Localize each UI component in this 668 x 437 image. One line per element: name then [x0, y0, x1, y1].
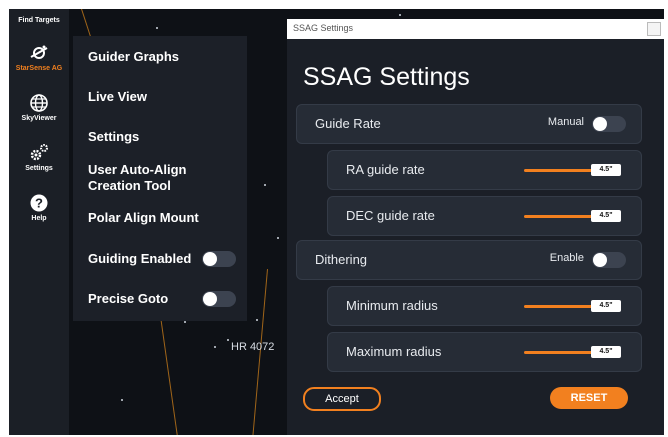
- ra-guide-rate-value[interactable]: 4.5": [591, 164, 621, 176]
- rail-item-label: Find Targets: [18, 17, 60, 24]
- star: [264, 184, 266, 186]
- globe-icon: [30, 94, 48, 112]
- dec-guide-rate-row: DEC guide rate 4.5": [327, 196, 642, 236]
- guide-rate-label: Guide Rate: [315, 116, 381, 131]
- dithering-mode-label: Enable: [549, 252, 584, 264]
- minimum-radius-label: Minimum radius: [346, 298, 438, 313]
- minimum-radius-value[interactable]: 4.5": [591, 300, 621, 312]
- constellation-line: [159, 308, 180, 435]
- menu-item-user-auto-align[interactable]: User Auto-Align Creation Tool: [88, 162, 186, 194]
- star: [256, 319, 258, 321]
- dec-guide-rate-value[interactable]: 4.5": [591, 210, 621, 222]
- dialog-window-title: SSAG Settings: [293, 23, 354, 33]
- maximum-radius-value[interactable]: 4.5": [591, 346, 621, 358]
- close-button[interactable]: [647, 22, 661, 36]
- gears-icon: [30, 144, 48, 161]
- ra-guide-rate-label: RA guide rate: [346, 162, 425, 177]
- rail-item-find-targets[interactable]: Find Targets: [9, 17, 69, 24]
- star: [277, 237, 279, 239]
- rail-item-skyviewer[interactable]: SkyViewer: [9, 93, 69, 122]
- menu-item-settings[interactable]: Settings: [88, 129, 139, 145]
- guide-rate-row: Guide Rate Manual: [296, 104, 642, 144]
- app-window: HR 4072 Find Targets StarSense AG SkyVie…: [9, 9, 664, 435]
- dialog-heading: SSAG Settings: [303, 63, 470, 91]
- starsense-menu: Guider Graphs Live View Settings User Au…: [73, 36, 247, 321]
- menu-item-live-view[interactable]: Live View: [88, 89, 147, 105]
- dithering-row: Dithering Enable: [296, 240, 642, 280]
- svg-text:?: ?: [35, 196, 43, 211]
- ssag-settings-dialog: SSAG Settings SSAG Settings Guide Rate M…: [287, 19, 664, 435]
- reset-button[interactable]: RESET: [550, 387, 628, 409]
- rail-item-settings[interactable]: Settings: [9, 143, 69, 172]
- maximum-radius-row: Maximum radius 4.5": [327, 332, 642, 372]
- toggle-knob: [593, 253, 607, 267]
- guide-rate-mode-label: Manual: [547, 116, 584, 128]
- precise-goto-toggle[interactable]: [202, 291, 236, 307]
- menu-item-precise-goto: Precise Goto: [88, 291, 169, 306]
- star: [156, 27, 158, 29]
- menu-item-label-line1: User Auto-Align: [88, 162, 187, 177]
- starsense-icon: [30, 45, 48, 59]
- accept-button[interactable]: Accept: [303, 387, 381, 411]
- star: [184, 321, 186, 323]
- ra-guide-rate-row: RA guide rate 4.5": [327, 150, 642, 190]
- star: [227, 339, 229, 341]
- rail-item-label: Settings: [25, 165, 53, 172]
- menu-item-polar-align[interactable]: Polar Align Mount: [88, 210, 199, 226]
- toggle-knob: [203, 252, 217, 266]
- star: [214, 346, 216, 348]
- menu-item-guiding-enabled: Guiding Enabled: [88, 251, 192, 266]
- guide-rate-manual-toggle[interactable]: [592, 116, 626, 132]
- star: [121, 399, 123, 401]
- toggle-knob: [593, 117, 607, 131]
- help-icon: ?: [30, 194, 48, 212]
- menu-item-guider-graphs[interactable]: Guider Graphs: [88, 49, 179, 65]
- rail-item-label: StarSense AG: [15, 65, 63, 72]
- dialog-titlebar[interactable]: SSAG Settings: [287, 19, 664, 39]
- guiding-enabled-toggle[interactable]: [202, 251, 236, 267]
- star: [399, 14, 401, 16]
- minimum-radius-row: Minimum radius 4.5": [327, 286, 642, 326]
- maximum-radius-label: Maximum radius: [346, 344, 442, 359]
- rail-item-starsense-ag[interactable]: StarSense AG: [9, 43, 69, 72]
- star-label: HR 4072: [231, 341, 275, 353]
- dithering-label: Dithering: [315, 252, 368, 267]
- toggle-knob: [203, 292, 217, 306]
- dithering-enable-toggle[interactable]: [592, 252, 626, 268]
- menu-item-label-line2: Creation Tool: [88, 178, 171, 193]
- icon-rail: Find Targets StarSense AG SkyViewer Sett…: [9, 9, 69, 435]
- dec-guide-rate-label: DEC guide rate: [346, 208, 435, 223]
- rail-item-label: SkyViewer: [21, 115, 57, 122]
- rail-item-label: Help: [31, 215, 47, 222]
- rail-item-help[interactable]: ? Help: [9, 193, 69, 222]
